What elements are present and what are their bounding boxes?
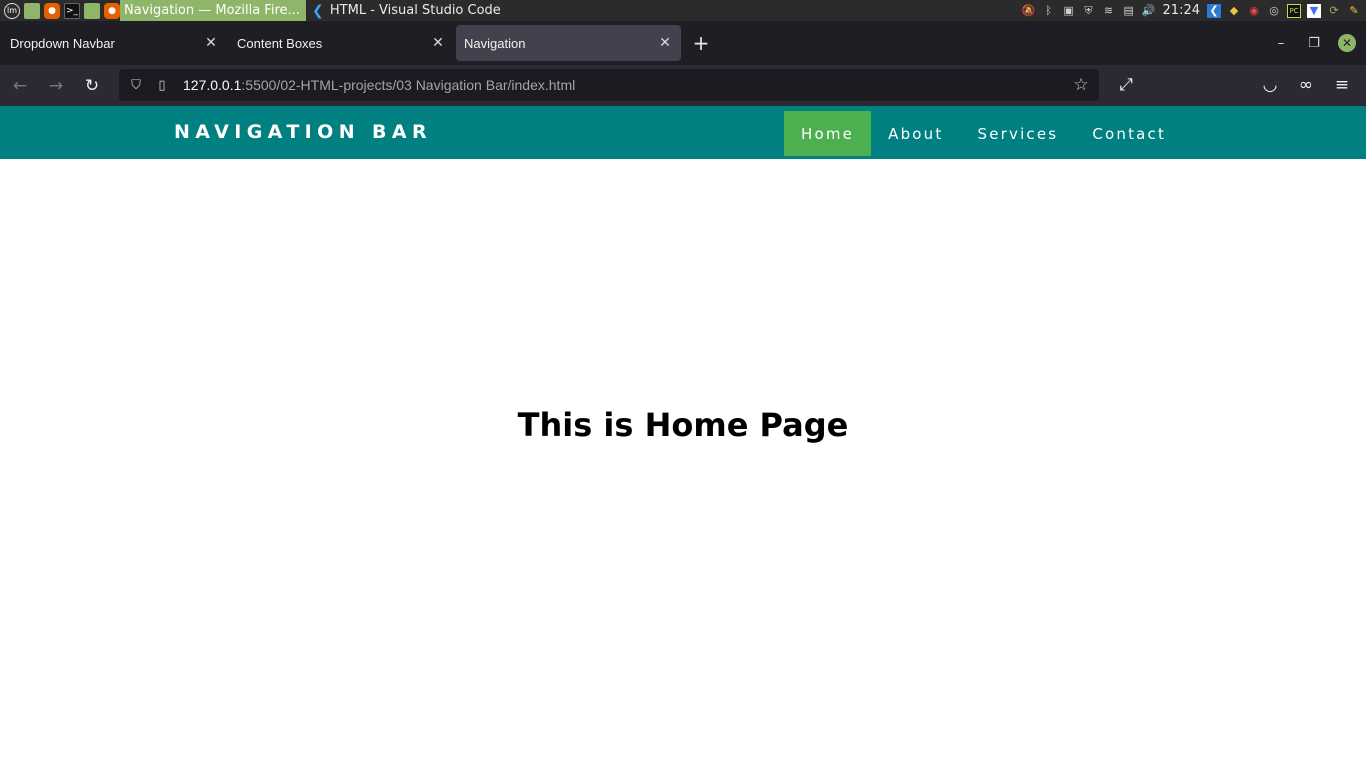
page-viewport: NAVIGATION BAR Home About Services Conta… — [0, 106, 1366, 768]
volume-icon[interactable]: 🔊 — [1142, 4, 1156, 18]
wifi-icon[interactable]: ≋ — [1102, 4, 1116, 18]
forward-button[interactable]: → — [40, 70, 72, 102]
vscode-tray-icon[interactable]: ❮ — [1207, 3, 1221, 18]
minimize-button[interactable]: – — [1267, 29, 1295, 57]
tab-title: Content Boxes — [237, 35, 323, 51]
bluetooth-icon[interactable]: ᛒ — [1042, 4, 1056, 18]
site-menu: Home About Services Contact — [784, 111, 1183, 156]
vscode-icon[interactable]: ❮ — [310, 3, 326, 19]
update-shield-icon[interactable]: ⛨ — [1082, 4, 1096, 18]
github-icon[interactable]: ◎ — [1267, 4, 1281, 18]
taskbar-item-firefox[interactable]: Navigation — Mozilla Fire... — [120, 0, 306, 21]
firefox-task-icon[interactable]: ● — [104, 2, 120, 19]
bookmark-star-icon[interactable]: ☆ — [1069, 75, 1093, 95]
clipboard-icon[interactable]: ▣ — [1062, 4, 1076, 18]
files-icon[interactable] — [84, 2, 100, 19]
menu-item-home[interactable]: Home — [784, 111, 872, 156]
pycharm-icon[interactable]: PC — [1287, 3, 1301, 18]
browser-toolbar: ← → ↻ ⛉ ▯ 127.0.0.1:5500/02-HTML-project… — [0, 65, 1366, 106]
page-info-icon[interactable]: ▯ — [151, 74, 173, 96]
new-tab-button[interactable]: + — [687, 29, 715, 57]
taskbar-item-vscode[interactable]: HTML - Visual Studio Code — [326, 0, 507, 21]
reload-button[interactable]: ↻ — [76, 70, 108, 102]
sync-icon[interactable]: ⟳ — [1327, 4, 1341, 18]
editor-icon[interactable]: ✎ — [1347, 4, 1361, 18]
tab-navigation[interactable]: Navigation ✕ — [456, 25, 681, 61]
menu-logo-icon[interactable]: lm — [4, 2, 20, 19]
browser-tab-strip: Dropdown Navbar ✕ Content Boxes ✕ Naviga… — [0, 21, 1366, 65]
clipboard-check-icon[interactable]: ▤ — [1122, 4, 1136, 18]
url-host: 127.0.0.1 — [183, 77, 242, 93]
clock[interactable]: 21:24 — [1163, 3, 1200, 18]
show-desktop-icon[interactable] — [24, 2, 40, 19]
terminal-icon[interactable]: >_ — [64, 2, 80, 19]
python-icon[interactable]: ◆ — [1227, 4, 1241, 18]
pocket-icon[interactable]: ▼ — [1307, 3, 1321, 18]
tab-close-icon[interactable]: ✕ — [657, 35, 673, 51]
os-top-panel: lm ● >_ ● Navigation — Mozilla Fire... ❮… — [0, 0, 1366, 21]
close-window-button[interactable]: ✕ — [1338, 34, 1356, 52]
tab-close-icon[interactable]: ✕ — [430, 35, 446, 51]
hamburger-menu-icon[interactable]: ≡ — [1326, 69, 1358, 101]
notifications-off-icon[interactable]: 🔕 — [1022, 4, 1036, 18]
tab-close-icon[interactable]: ✕ — [203, 35, 219, 51]
fullscreen-expand-icon[interactable]: ⤢ — [1110, 69, 1142, 101]
menu-item-contact[interactable]: Contact — [1075, 111, 1183, 156]
url-bar[interactable]: ⛉ ▯ 127.0.0.1:5500/02-HTML-projects/03 N… — [119, 69, 1099, 101]
firefox-launcher-icon[interactable]: ● — [44, 2, 60, 19]
tab-title: Dropdown Navbar — [10, 35, 115, 51]
site-navbar: NAVIGATION BAR Home About Services Conta… — [0, 106, 1366, 159]
page-heading: This is Home Page — [517, 406, 849, 444]
menu-item-about[interactable]: About — [871, 111, 960, 156]
site-brand[interactable]: NAVIGATION BAR — [174, 121, 432, 143]
restore-button[interactable]: ❐ — [1300, 29, 1328, 57]
private-mask-icon[interactable]: ∞ — [1290, 69, 1322, 101]
tab-dropdown-navbar[interactable]: Dropdown Navbar ✕ — [2, 25, 227, 61]
tab-content-boxes[interactable]: Content Boxes ✕ — [229, 25, 454, 61]
menu-item-services[interactable]: Services — [960, 111, 1075, 156]
url-text[interactable]: 127.0.0.1:5500/02-HTML-projects/03 Navig… — [183, 77, 575, 93]
tab-title: Navigation — [464, 35, 526, 51]
back-button[interactable]: ← — [4, 70, 36, 102]
pocket-icon[interactable]: ◡ — [1254, 69, 1286, 101]
chrome-icon[interactable]: ◉ — [1247, 4, 1261, 18]
url-path: :5500/02-HTML-projects/03 Navigation Bar… — [241, 77, 576, 93]
tracking-shield-icon[interactable]: ⛉ — [125, 74, 147, 96]
